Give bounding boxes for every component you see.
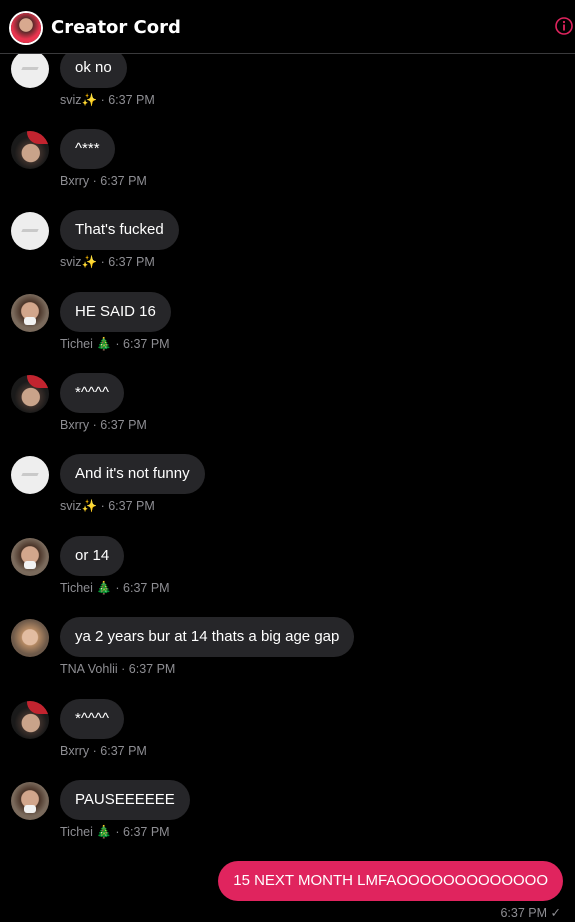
message-author: sviz✨ (60, 499, 98, 513)
read-receipt-check-icon: ✓ (550, 906, 561, 920)
avatar[interactable] (11, 538, 49, 576)
message-bubble[interactable]: ya 2 years bur at 14 thats a big age gap (60, 617, 355, 657)
message-meta: Tichei 🎄 · 6:37 PM (60, 825, 170, 839)
message-time: 6:37 PM (123, 581, 170, 595)
message-time: 6:37 PM (100, 744, 147, 758)
message-author: Tichei 🎄 (60, 337, 112, 351)
message-time: 6:37 PM (108, 93, 155, 107)
message-time: 6:37 PM (108, 255, 155, 269)
message-bubble[interactable]: ok no (60, 48, 127, 88)
avatar[interactable] (11, 619, 49, 657)
avatar[interactable] (11, 294, 49, 332)
avatar[interactable] (11, 456, 49, 494)
message-time: 6:37 PM (100, 174, 147, 188)
message-author: Bxrry (60, 418, 90, 432)
message-time: 6:37 PM (100, 418, 147, 432)
message-meta: Bxrry · 6:37 PM (60, 744, 147, 758)
message-author: sviz✨ (60, 255, 98, 269)
message-time: 6:37 PM (108, 499, 155, 513)
message-time: 6:37 PM (500, 906, 548, 920)
message-author: sviz✨ (60, 93, 98, 107)
message-author: Bxrry (60, 744, 90, 758)
message-bubble[interactable]: That's fucked (60, 210, 179, 250)
message-meta: Tichei 🎄 · 6:37 PM (60, 581, 170, 595)
message-bubble[interactable]: PAUSEEEEEE (60, 780, 190, 820)
avatar[interactable] (11, 212, 49, 250)
message-meta: Bxrry · 6:37 PM (60, 174, 147, 188)
avatar[interactable] (11, 782, 49, 820)
avatar[interactable] (11, 375, 49, 413)
message-time: 6:37 PM (123, 825, 170, 839)
message-meta: sviz✨ · 6:37 PM (60, 93, 155, 107)
message-meta: sviz✨ · 6:37 PM (60, 499, 155, 513)
avatar[interactable] (11, 701, 49, 739)
message-meta: Tichei 🎄 · 6:37 PM (60, 337, 170, 351)
message-time: 6:37 PM (123, 337, 170, 351)
outgoing-message-bubble[interactable]: 15 NEXT MONTH LMFAOOOOOOOOOOOOO (218, 861, 563, 901)
message-bubble[interactable]: And it's not funny (60, 454, 205, 494)
message-author: Tichei 🎄 (60, 825, 112, 839)
message-bubble[interactable]: or 14 (60, 536, 125, 576)
info-icon[interactable] (555, 17, 573, 35)
message-time: 6:37 PM (128, 662, 176, 676)
message-author: Bxrry (60, 174, 90, 188)
message-author: Tichei 🎄 (60, 581, 112, 595)
message-author: TNA Vohlii (60, 662, 118, 676)
message-meta: sviz✨ · 6:37 PM (60, 255, 155, 269)
message-meta: TNA Vohlii · 6:37 PM (60, 662, 176, 676)
message-feed[interactable]: ok no sviz✨ · 6:37 PM ^*** Bxrry · 6:37 … (0, 0, 575, 922)
avatar[interactable] (11, 50, 49, 88)
message-bubble[interactable]: ^*** (60, 129, 115, 169)
message-bubble[interactable]: *^^^^ (60, 373, 124, 413)
avatar[interactable] (11, 131, 49, 169)
group-avatar[interactable] (11, 13, 41, 43)
outgoing-message-meta: 6:37 PM ✓ (500, 905, 561, 920)
message-bubble[interactable]: HE SAID 16 (60, 292, 171, 332)
conversation-header: Creator Cord (0, 0, 575, 54)
conversation-title[interactable]: Creator Cord (51, 17, 181, 38)
message-bubble[interactable]: *^^^^ (60, 699, 124, 739)
message-meta: Bxrry · 6:37 PM (60, 418, 147, 432)
